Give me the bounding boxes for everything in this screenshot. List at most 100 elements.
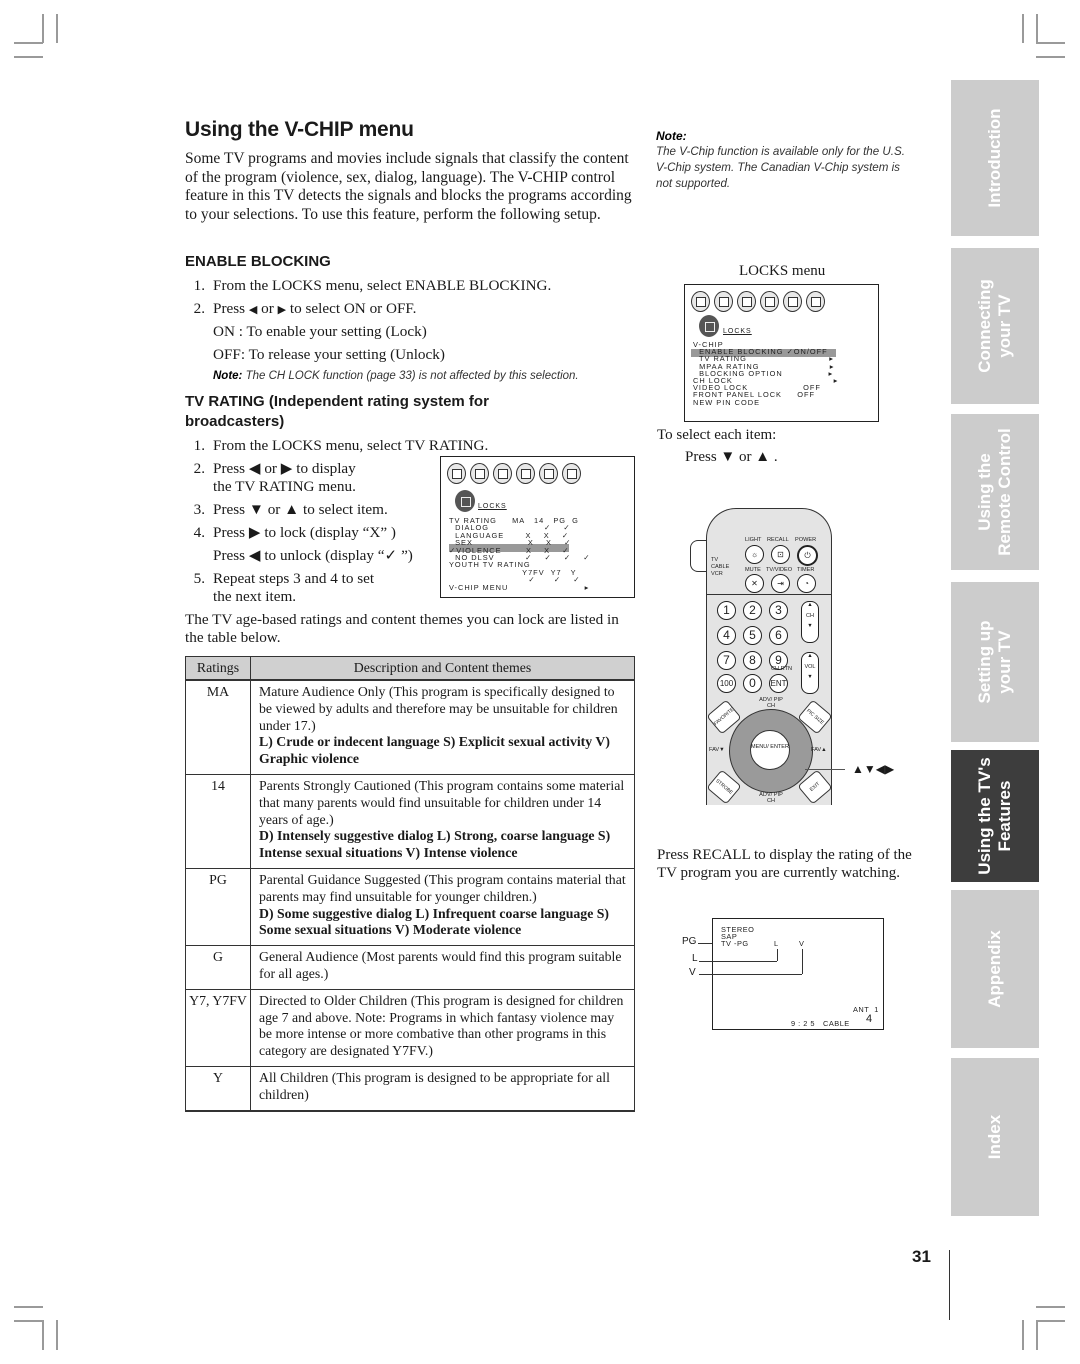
section-tab[interactable]: Appendix — [951, 890, 1039, 1048]
rating-cell: PG — [185, 867, 251, 946]
digit-button[interactable]: 1 — [717, 601, 736, 620]
page-number: 31 — [912, 1247, 931, 1266]
digit-button[interactable]: 7 — [717, 651, 736, 670]
content-themes: D) Some suggestive dialog L) Infrequent … — [259, 905, 610, 938]
tv-rating-menu-screen: LOCKS TV RATING MA 14 PG G DIALOG ✓ ✓ LA… — [440, 456, 635, 598]
theater-icon — [539, 463, 558, 484]
recall-screen: STEREO SAP TV -PG L V ANT 1 9 : 2 5 CABL… — [699, 918, 884, 1030]
menu-icon-row — [691, 291, 825, 312]
picture-icon — [447, 463, 466, 484]
mute-button[interactable]: ✕ — [745, 574, 764, 593]
enable-blocking-heading: ENABLE BLOCKING — [185, 253, 331, 270]
adv-pip-bottom-label: ADV/ PIP CH — [759, 792, 783, 804]
crop-mark — [1036, 14, 1038, 43]
description-column-header: Description and Content themes — [250, 656, 635, 681]
digit-button[interactable]: 3 — [769, 601, 788, 620]
digit-button[interactable]: 4 — [717, 626, 736, 645]
digit-button[interactable]: 8 — [743, 651, 762, 670]
press-arrows-caption: Press ▼ or ▲ . — [685, 449, 778, 465]
tv-rating-step-4-unlock: Press ◀ to unlock (display “✓ ”) — [213, 547, 413, 564]
table-header-row: Ratings Description and Content themes — [185, 656, 635, 681]
tv-rating-step-2-cont: the TV RATING menu. — [213, 478, 356, 495]
crop-mark — [1022, 14, 1024, 43]
tv-mode-label: TV — [711, 557, 719, 563]
volume-rocker[interactable]: ▲ VOL ▼ — [801, 652, 819, 694]
cable-mode-label: CABLE — [711, 564, 730, 570]
table-row: Y All Children (This program is designed … — [185, 1065, 635, 1112]
digit-button[interactable]: 6 — [769, 626, 788, 645]
pg-callout-label: PG — [682, 936, 697, 947]
locks-menu-screen: LOCKS V-CHIP ENABLE BLOCKING ✓ON/OFF TV … — [684, 284, 879, 422]
power-button[interactable]: ⏻ — [797, 545, 818, 566]
menu-row[interactable]: V-CHIP MENU ▸ — [449, 583, 589, 592]
arrows-callout-line — [805, 769, 845, 770]
direction-pad[interactable]: MENU/ ENTER — [729, 709, 813, 793]
crop-mark — [1036, 1306, 1065, 1308]
digit-button[interactable]: 5 — [743, 626, 762, 645]
mode-switch[interactable] — [690, 540, 707, 572]
section-tab-label: Using the Remote Control — [975, 428, 1014, 556]
description-cell: Directed to Older Children (This program… — [250, 988, 635, 1067]
timer-button[interactable]: ◔ — [797, 574, 816, 593]
section-tab-label: Index — [985, 1114, 1004, 1160]
table-row: PG Parental Guidance Suggested (This prog… — [185, 867, 635, 946]
chrtn-label: CH RTN — [771, 666, 793, 672]
digit-button[interactable]: 2 — [743, 601, 762, 620]
digit-button[interactable]: 0 — [743, 674, 762, 693]
description-cell: Mature Audience Only (This program is sp… — [250, 679, 635, 775]
section-tab-label: Connecting your TV — [975, 279, 1014, 373]
select-item-caption: To select each item: — [657, 427, 777, 443]
rating-cell: Y — [185, 1065, 251, 1112]
tv-rating-step-1: 1. From the LOCKS menu, select TV RATING. — [193, 437, 489, 454]
table-row: MA Mature Audience Only (This program is … — [185, 679, 635, 775]
digit-button[interactable]: 100 — [717, 674, 736, 693]
tv-rating-step-5: 5. Repeat steps 3 and 4 to set — [193, 570, 375, 587]
tv-rating-step-3: 3. Press ▼ or ▲ to select item. — [193, 501, 388, 518]
callout-line-l-h — [699, 961, 777, 962]
crop-mark — [1036, 1320, 1065, 1322]
light-label: LIGHT — [745, 537, 762, 543]
section-tab-label: Introduction — [985, 108, 1004, 208]
enable-step-1: 1. From the LOCKS menu, select ENABLE BLO… — [193, 277, 552, 294]
ratings-table: Ratings Description and Content themes M… — [185, 656, 635, 1112]
digit-button[interactable]: ENT — [769, 674, 788, 693]
description-cell: Parental Guidance Suggested (This progra… — [250, 867, 635, 946]
menu-enter-button[interactable]: MENU/ ENTER — [750, 730, 790, 770]
section-tab[interactable]: Using the TV's Features — [951, 750, 1039, 882]
crop-mark — [42, 14, 44, 43]
channel-rocker[interactable]: ▲ CH ▼ — [801, 601, 819, 643]
theater-icon — [783, 291, 802, 312]
right-arrow-icon: ▶ — [277, 303, 287, 316]
tvvideo-label: TV/VIDEO — [766, 567, 793, 573]
locks-selected-icon — [699, 315, 719, 337]
crop-mark — [14, 1306, 43, 1308]
recall-button[interactable]: ⊡ — [771, 545, 790, 564]
remote-divider — [707, 594, 831, 595]
crop-mark — [1036, 1320, 1038, 1350]
section-tab[interactable]: Using the Remote Control — [951, 414, 1039, 570]
locks-selected-icon — [455, 490, 475, 512]
applications-icon — [516, 463, 535, 484]
locks-label: LOCKS — [478, 503, 507, 510]
section-tab[interactable]: Connecting your TV — [951, 248, 1039, 404]
rating-cell: MA — [185, 679, 251, 775]
tvvideo-button[interactable]: ⇥ — [771, 574, 790, 593]
tv-rating-heading: TV RATING (Independent rating system for… — [185, 393, 489, 430]
crop-mark — [56, 14, 58, 43]
menu-icon-row — [447, 463, 581, 484]
adv-pip-top-label: ADV/ PIP CH — [759, 697, 783, 709]
crop-mark — [1036, 42, 1065, 44]
arrows-callout: ▲▼◀▶ — [852, 762, 895, 776]
menu-row[interactable]: NEW PIN CODE — [693, 398, 760, 407]
section-tab[interactable]: Index — [951, 1058, 1039, 1216]
intro-paragraph: Some TV programs and movies include sign… — [185, 150, 632, 223]
description-cell: All Children (This program is designed t… — [250, 1065, 635, 1112]
section-tab[interactable]: Setting up your TV — [951, 582, 1039, 742]
rating-description: Parents Strongly Cautioned (This program… — [259, 777, 625, 827]
remote-control: LIGHT RECALL POWER ☼ ⊡ ⏻ MUTE TV/VIDEO T… — [706, 508, 833, 805]
section-tab[interactable]: Introduction — [951, 80, 1039, 236]
light-button[interactable]: ☼ — [745, 545, 764, 564]
content-themes: D) Intensely suggestive dialog L) Strong… — [259, 828, 611, 861]
rating-cell: 14 — [185, 773, 251, 869]
fav-up-label: FAV▲ — [811, 747, 827, 753]
